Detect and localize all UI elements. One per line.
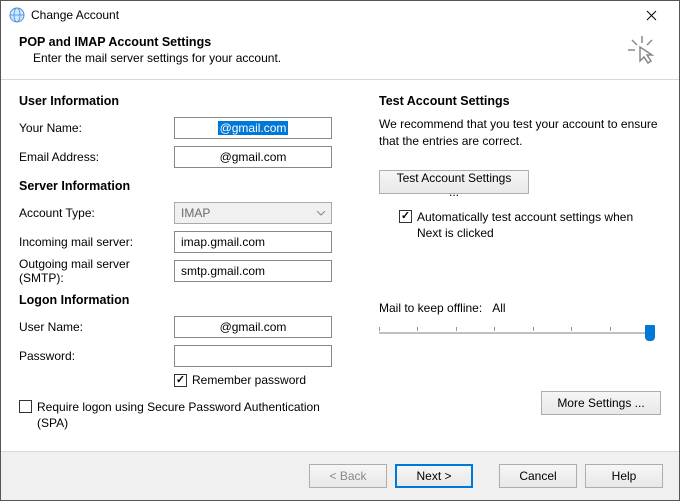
mail-offline-slider[interactable] (379, 325, 649, 341)
email-address-input[interactable] (174, 146, 332, 168)
cancel-button[interactable]: Cancel (499, 464, 577, 488)
user-name-input[interactable] (174, 316, 332, 338)
user-information-heading: User Information (19, 94, 349, 108)
account-type-value: IMAP (181, 206, 210, 220)
test-recommendation-text: We recommend that you test your account … (379, 116, 661, 150)
app-icon (9, 7, 25, 23)
auto-test-label: Automatically test account settings when… (417, 209, 661, 241)
test-account-settings-button[interactable]: Test Account Settings ... (379, 170, 529, 194)
spa-checkbox[interactable] (19, 400, 32, 413)
right-column: Test Account Settings We recommend that … (379, 94, 661, 441)
outgoing-server-input[interactable] (174, 260, 332, 282)
your-name-value: @gmail.com (218, 121, 289, 135)
mail-offline-section: Mail to keep offline: All (379, 301, 661, 341)
user-name-label: User Name: (19, 320, 174, 334)
auto-test-checkbox[interactable] (399, 210, 412, 223)
account-type-label: Account Type: (19, 206, 174, 220)
outgoing-server-label: Outgoing mail server (SMTP): (19, 257, 174, 285)
change-account-dialog: Change Account POP and IMAP Account Sett… (0, 0, 680, 501)
next-button[interactable]: Next > (395, 464, 473, 488)
spa-label: Require logon using Secure Password Auth… (37, 399, 349, 431)
test-account-settings-heading: Test Account Settings (379, 94, 661, 108)
mail-offline-value: All (492, 301, 505, 315)
left-column: User Information Your Name: @gmail.com E… (19, 94, 349, 441)
slider-thumb[interactable] (645, 325, 655, 341)
cursor-decoration-icon (627, 35, 657, 65)
mail-offline-label: Mail to keep offline: (379, 301, 482, 315)
dialog-footer: < Back Next > Cancel Help (1, 451, 679, 500)
help-button[interactable]: Help (585, 464, 663, 488)
window-title: Change Account (31, 8, 631, 22)
account-type-select: IMAP (174, 202, 332, 224)
incoming-server-input[interactable] (174, 231, 332, 253)
header-title: POP and IMAP Account Settings (19, 35, 661, 49)
password-label: Password: (19, 349, 174, 363)
server-information-heading: Server Information (19, 179, 349, 193)
your-name-label: Your Name: (19, 121, 174, 135)
auto-test-row[interactable]: Automatically test account settings when… (399, 209, 661, 241)
remember-password-row[interactable]: Remember password (174, 373, 349, 387)
remember-password-checkbox[interactable] (174, 374, 187, 387)
titlebar: Change Account (1, 1, 679, 29)
incoming-server-label: Incoming mail server: (19, 235, 174, 249)
content-area: User Information Your Name: @gmail.com E… (1, 80, 679, 451)
email-address-label: Email Address: (19, 150, 174, 164)
remember-password-label: Remember password (192, 373, 306, 387)
password-input[interactable] (174, 345, 332, 367)
back-button: < Back (309, 464, 387, 488)
chevron-down-icon (312, 204, 330, 222)
logon-information-heading: Logon Information (19, 293, 349, 307)
dialog-header: POP and IMAP Account Settings Enter the … (1, 29, 679, 79)
header-subtitle: Enter the mail server settings for your … (19, 51, 661, 65)
more-settings-button[interactable]: More Settings ... (541, 391, 661, 415)
close-button[interactable] (631, 3, 671, 27)
spa-row[interactable]: Require logon using Secure Password Auth… (19, 399, 349, 431)
your-name-input[interactable]: @gmail.com (174, 117, 332, 139)
